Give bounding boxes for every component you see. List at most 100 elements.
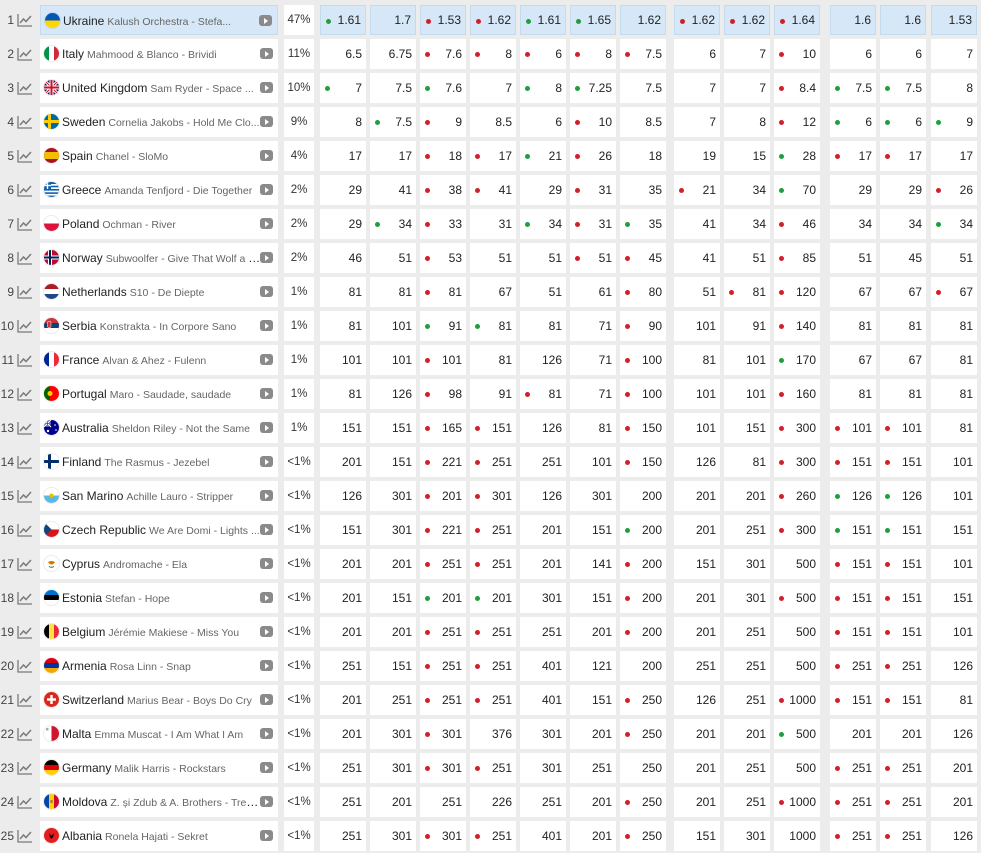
country-cell[interactable]: Portugal Maro - Saudade, saudade	[40, 379, 278, 409]
odds-cell[interactable]: 260	[774, 481, 820, 511]
odds-cell[interactable]: 7.5	[620, 39, 666, 69]
odds-cell[interactable]: 45	[880, 243, 926, 273]
odds-cell[interactable]: 6.5	[320, 39, 366, 69]
odds-cell[interactable]: 81	[724, 277, 770, 307]
odds-cell[interactable]: 7.5	[880, 73, 926, 103]
odds-cell[interactable]: 34	[724, 175, 770, 205]
odds-cell[interactable]: 121	[570, 651, 616, 681]
odds-cell[interactable]: 201	[931, 753, 977, 783]
odds-cell[interactable]: 251	[830, 753, 876, 783]
odds-cell[interactable]: 21	[674, 175, 720, 205]
trend-chart-icon[interactable]	[17, 829, 33, 843]
odds-cell[interactable]: 91	[724, 311, 770, 341]
odds-cell[interactable]: 201	[570, 821, 616, 851]
odds-cell[interactable]: 201	[674, 719, 720, 749]
odds-cell[interactable]: 6	[520, 107, 566, 137]
odds-cell[interactable]: 67	[931, 277, 977, 307]
odds-cell[interactable]: 151	[830, 617, 876, 647]
odds-cell[interactable]: 81	[420, 277, 466, 307]
odds-cell[interactable]: 81	[830, 311, 876, 341]
odds-cell[interactable]: 251	[520, 447, 566, 477]
play-video-icon[interactable]	[260, 422, 273, 433]
trend-chart-icon[interactable]	[17, 523, 33, 537]
odds-cell[interactable]: 226	[470, 787, 516, 817]
odds-cell[interactable]: 201	[674, 753, 720, 783]
odds-cell[interactable]: 126	[520, 413, 566, 443]
odds-cell[interactable]: 81	[880, 379, 926, 409]
odds-cell[interactable]: 101	[370, 345, 416, 375]
odds-cell[interactable]: 200	[620, 515, 666, 545]
odds-cell[interactable]: 500	[774, 719, 820, 749]
odds-cell[interactable]: 251	[520, 787, 566, 817]
odds-cell[interactable]: 251	[320, 821, 366, 851]
odds-cell[interactable]: 301	[520, 719, 566, 749]
odds-cell[interactable]: 151	[931, 515, 977, 545]
odds-cell[interactable]: 200	[620, 617, 666, 647]
odds-cell[interactable]: 201	[370, 549, 416, 579]
odds-cell[interactable]: 8.4	[774, 73, 820, 103]
odds-cell[interactable]: 201	[370, 617, 416, 647]
odds-cell[interactable]: 6	[880, 107, 926, 137]
country-cell[interactable]: Albania Ronela Hajati - Sekret	[40, 821, 278, 851]
trend-chart-icon[interactable]	[17, 421, 33, 435]
country-cell[interactable]: Czech Republic We Are Domi - Lights ...	[40, 515, 278, 545]
odds-cell[interactable]: 85	[774, 243, 820, 273]
odds-cell[interactable]: 151	[880, 549, 926, 579]
odds-cell[interactable]: 81	[931, 685, 977, 715]
country-cell[interactable]: Armenia Rosa Linn - Snap	[40, 651, 278, 681]
odds-cell[interactable]: 151	[570, 685, 616, 715]
trend-chart-icon[interactable]	[17, 625, 33, 639]
odds-cell[interactable]: 51	[570, 243, 616, 273]
odds-cell[interactable]: 151	[830, 583, 876, 613]
odds-cell[interactable]: 81	[830, 379, 876, 409]
odds-cell[interactable]: 201	[724, 481, 770, 511]
odds-cell[interactable]: 10	[774, 39, 820, 69]
odds-cell[interactable]: 7.5	[830, 73, 876, 103]
play-video-icon[interactable]	[260, 320, 273, 331]
odds-cell[interactable]: 251	[724, 515, 770, 545]
odds-cell[interactable]: 221	[420, 447, 466, 477]
odds-cell[interactable]: 151	[570, 515, 616, 545]
odds-cell[interactable]: 31	[570, 175, 616, 205]
odds-cell[interactable]: 251	[880, 787, 926, 817]
odds-cell[interactable]: 8	[570, 39, 616, 69]
odds-cell[interactable]: 251	[570, 753, 616, 783]
play-video-icon[interactable]	[260, 286, 273, 297]
trend-chart-icon[interactable]	[17, 455, 33, 469]
odds-cell[interactable]: 201	[520, 515, 566, 545]
odds-cell[interactable]: 6	[880, 39, 926, 69]
odds-cell[interactable]: 301	[370, 821, 416, 851]
odds-cell[interactable]: 200	[620, 583, 666, 613]
odds-cell[interactable]: 251	[880, 651, 926, 681]
odds-cell[interactable]: 101	[931, 617, 977, 647]
odds-cell[interactable]: 301	[370, 753, 416, 783]
odds-cell[interactable]: 251	[724, 753, 770, 783]
trend-chart-icon[interactable]	[17, 183, 33, 197]
odds-cell[interactable]: 126	[931, 821, 977, 851]
odds-cell[interactable]: 251	[830, 787, 876, 817]
odds-cell[interactable]: 151	[570, 583, 616, 613]
odds-cell[interactable]: 201	[520, 549, 566, 579]
play-video-icon[interactable]	[260, 762, 273, 773]
odds-cell[interactable]: 500	[774, 753, 820, 783]
country-cell[interactable]: France Alvan & Ahez - Fulenn	[40, 345, 278, 375]
odds-cell[interactable]: 29	[880, 175, 926, 205]
odds-cell[interactable]: 81	[370, 277, 416, 307]
odds-cell[interactable]: 160	[774, 379, 820, 409]
trend-chart-icon[interactable]	[17, 81, 33, 95]
country-cell[interactable]: Estonia Stefan - Hope	[40, 583, 278, 613]
odds-cell[interactable]: 1.61	[320, 5, 366, 35]
play-video-icon[interactable]	[260, 728, 273, 739]
odds-cell[interactable]: 500	[774, 583, 820, 613]
odds-cell[interactable]: 8.5	[620, 107, 666, 137]
odds-cell[interactable]: 10	[570, 107, 616, 137]
play-video-icon[interactable]	[260, 558, 273, 569]
odds-cell[interactable]: 101	[724, 345, 770, 375]
play-video-icon[interactable]	[260, 184, 273, 195]
play-video-icon[interactable]	[260, 660, 273, 671]
odds-cell[interactable]: 300	[774, 515, 820, 545]
odds-cell[interactable]: 1000	[774, 787, 820, 817]
odds-cell[interactable]: 300	[774, 447, 820, 477]
odds-cell[interactable]: 33	[420, 209, 466, 239]
odds-cell[interactable]: 7.6	[420, 39, 466, 69]
